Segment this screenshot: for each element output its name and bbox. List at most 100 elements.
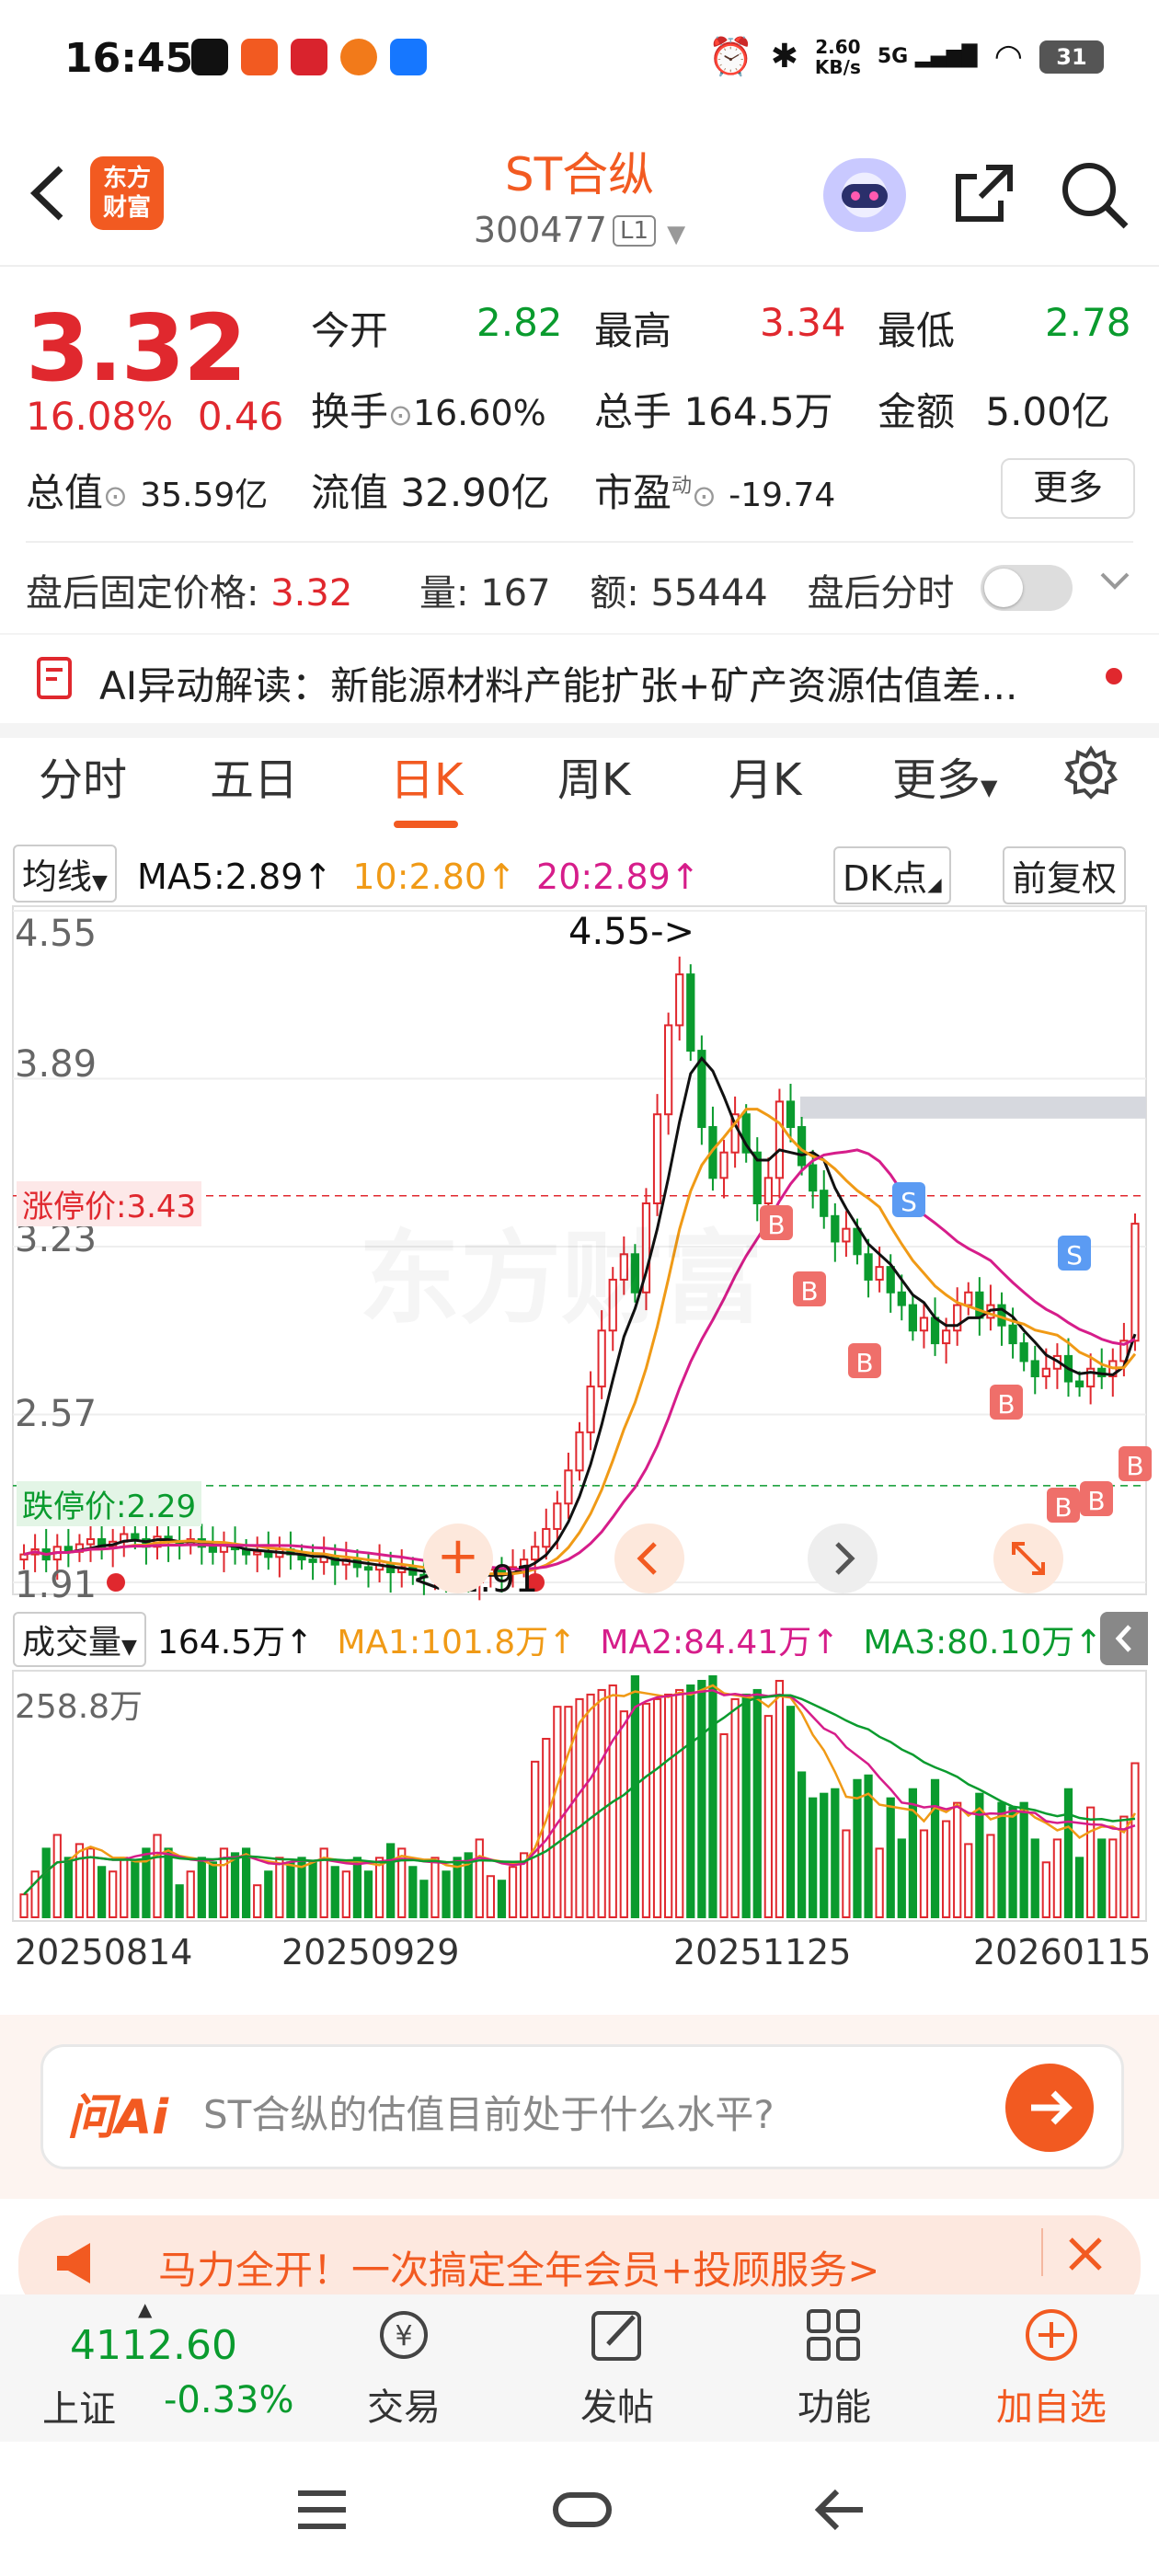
date-tick: 20251125 bbox=[673, 1932, 852, 1972]
tab-five-day[interactable]: 五日 bbox=[210, 743, 298, 808]
volume-bar bbox=[741, 1693, 751, 1919]
volume-bar bbox=[19, 1893, 29, 1919]
volume-bar bbox=[131, 1861, 140, 1919]
candle-body bbox=[1019, 1342, 1028, 1363]
candle-body bbox=[763, 1177, 773, 1204]
tab-week-k[interactable]: 周K bbox=[557, 743, 630, 808]
zoom-in-button[interactable]: + bbox=[423, 1524, 493, 1593]
volume-bar bbox=[153, 1834, 162, 1919]
candle-body bbox=[586, 1386, 595, 1433]
candle-body bbox=[964, 1291, 973, 1306]
nav-functions[interactable]: 功能 bbox=[784, 2304, 885, 2431]
volume-bar bbox=[363, 1870, 373, 1918]
candle-body bbox=[919, 1317, 929, 1332]
send-arrow-icon[interactable] bbox=[1005, 2064, 1094, 2152]
candle-body bbox=[652, 1113, 662, 1204]
promo-text: 马力全开！一次搞定全年会员+投顾服务> bbox=[158, 2248, 880, 2293]
resistance-zone bbox=[800, 1096, 1146, 1119]
buy-signal-badge-label: B bbox=[997, 1389, 1015, 1420]
index-name: 上证 bbox=[42, 2388, 116, 2431]
watermark: 东方财富 bbox=[359, 1196, 763, 1343]
amount: 金额 5.00亿 bbox=[878, 389, 1110, 434]
nav-label: 发帖 bbox=[580, 2386, 654, 2429]
scroll-right-button[interactable] bbox=[808, 1524, 878, 1593]
buy-signal-badge-label: B bbox=[1054, 1492, 1072, 1523]
nav-add-watchlist[interactable]: 加自选 bbox=[982, 2304, 1120, 2431]
volume-bar bbox=[1074, 1857, 1084, 1918]
volume-bar bbox=[964, 1843, 973, 1918]
volume-max-label: 258.8万 bbox=[15, 1688, 143, 1726]
app-icon bbox=[191, 39, 228, 75]
candle-body bbox=[542, 1527, 551, 1548]
collapse-panel-button[interactable] bbox=[1100, 1612, 1148, 1665]
tab-day-k[interactable]: 日K bbox=[390, 743, 463, 808]
volume-bar bbox=[486, 1875, 495, 1918]
chevron-down-icon[interactable] bbox=[1096, 563, 1133, 604]
ma-selector[interactable]: 均线▼ bbox=[13, 845, 117, 903]
menu-icon[interactable] bbox=[293, 2482, 351, 2541]
fullscreen-icon[interactable] bbox=[993, 1524, 1063, 1593]
volume-value: 164.5万 bbox=[157, 1624, 286, 1662]
home-icon[interactable] bbox=[550, 2482, 614, 2541]
ask-ai-input[interactable]: 问Ai ST合纵的估值目前处于什么水平? bbox=[40, 2044, 1124, 2169]
volume-bar bbox=[286, 1861, 295, 1919]
app-icon bbox=[241, 39, 278, 75]
candle-body bbox=[786, 1100, 796, 1129]
date-tick: 20250929 bbox=[281, 1932, 460, 1972]
volume-bar bbox=[41, 1847, 51, 1918]
vol-ma2: MA2:84.41万 bbox=[600, 1624, 812, 1662]
more-button[interactable]: 更多 bbox=[1001, 458, 1135, 519]
nav-post[interactable]: 发帖 bbox=[567, 2304, 668, 2431]
open-label: 今开 bbox=[311, 308, 389, 353]
volume-bar bbox=[797, 1771, 807, 1918]
close-icon[interactable] bbox=[1060, 2228, 1111, 2283]
buy-signal-badge-label: B bbox=[767, 1210, 785, 1240]
index-change: -0.33% bbox=[164, 2379, 294, 2421]
volume-bar bbox=[30, 1870, 40, 1918]
system-nav-bar bbox=[0, 2442, 1159, 2576]
y-tick-4-55: 4.55 bbox=[15, 913, 98, 955]
volume-bar bbox=[675, 1688, 684, 1918]
date-tick: 20260115 bbox=[973, 1932, 1152, 1972]
volume-selector[interactable]: 成交量▼ bbox=[13, 1612, 146, 1667]
settings-gear-icon[interactable] bbox=[1061, 743, 1120, 813]
nav-trade[interactable]: ¥ 交易 bbox=[353, 2304, 454, 2431]
divider bbox=[26, 541, 1133, 543]
volume-chart[interactable] bbox=[0, 1667, 1159, 1925]
volume-bar bbox=[908, 1788, 918, 1918]
limit-down-price: 跌停价:2.29 bbox=[17, 1481, 202, 1526]
volume-bar bbox=[386, 1843, 396, 1918]
tab-month-k[interactable]: 月K bbox=[729, 743, 801, 808]
megaphone-icon bbox=[52, 2237, 107, 2293]
volume-bar bbox=[763, 1715, 773, 1918]
after-hours-toggle[interactable] bbox=[981, 565, 1073, 611]
volume-bar bbox=[786, 1706, 796, 1919]
vol-ma1: MA1:101.8万 bbox=[337, 1624, 549, 1662]
volume-bar bbox=[897, 1838, 906, 1918]
index-value[interactable]: 4112.60 bbox=[70, 2322, 237, 2369]
back-nav-icon[interactable] bbox=[809, 2482, 868, 2541]
grid-icon bbox=[807, 2309, 860, 2361]
share-icon[interactable] bbox=[949, 158, 1019, 232]
candle-body bbox=[564, 1469, 573, 1505]
high-label: 最高 bbox=[594, 308, 672, 353]
ai-news-text[interactable]: AI异动解读：新能源材料产能扩张+矿产资源估值差... bbox=[99, 655, 1017, 711]
tab-more[interactable]: 更多▼ bbox=[892, 743, 997, 808]
y-tick-1-91: 1.91 bbox=[15, 1564, 98, 1606]
scroll-left-button[interactable] bbox=[614, 1524, 684, 1593]
volume: 总手 164.5万 bbox=[594, 389, 833, 434]
limit-up-price: 涨停价:3.43 bbox=[17, 1181, 202, 1226]
tab-timeshare[interactable]: 分时 bbox=[39, 743, 127, 808]
volume-bar bbox=[1008, 1806, 1017, 1918]
adjust-selector[interactable]: 前复权 bbox=[1003, 846, 1127, 904]
level-badge: L1 bbox=[612, 215, 656, 247]
dk-points-toggle[interactable]: DK点◢ bbox=[833, 846, 951, 904]
signal-icon: 5G ▂▄▆█ bbox=[877, 45, 978, 68]
search-icon[interactable] bbox=[1058, 158, 1131, 236]
volume-bar bbox=[619, 1710, 628, 1919]
volume-bar bbox=[853, 1778, 862, 1918]
ai-assistant-icon[interactable] bbox=[823, 158, 906, 232]
candle-body bbox=[208, 1546, 218, 1553]
notification-icons bbox=[191, 39, 427, 75]
volume-bar bbox=[275, 1857, 284, 1918]
